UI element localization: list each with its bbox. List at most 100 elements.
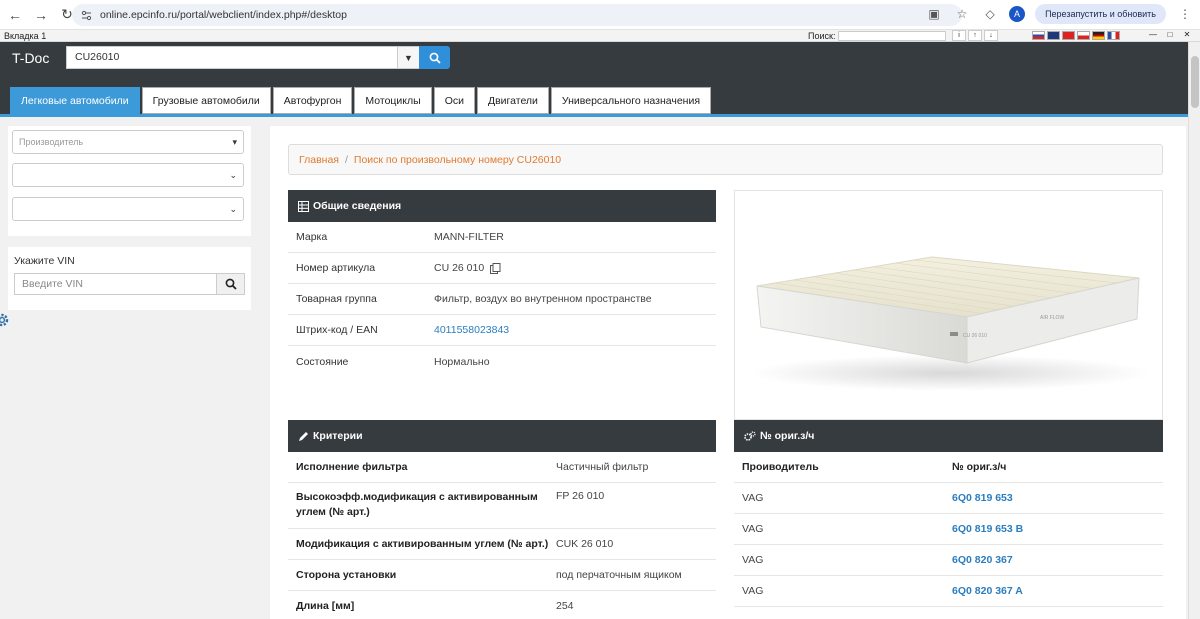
table-row: Исполнение фильтра Частичный фильтр: [288, 452, 716, 483]
row-key: Товарная группа: [296, 293, 377, 305]
cast-icon[interactable]: ▣: [925, 5, 943, 23]
svg-text:AIR FLOW: AIR FLOW: [1040, 315, 1064, 321]
strip-search-input[interactable]: [838, 31, 946, 41]
row-value: Фильтр, воздух во внутренном пространств…: [434, 293, 652, 305]
relaunch-button[interactable]: Перезапустить и обновить: [1035, 4, 1166, 24]
bookmark-star-icon[interactable]: ☆: [953, 5, 971, 23]
table-row: Штрих-код / EAN 4011558023843: [288, 315, 716, 346]
row-value: CUK 26 010: [556, 538, 614, 550]
manufacturer-select[interactable]: Производитель ▾: [12, 130, 244, 154]
strip-down-button[interactable]: ↓: [984, 30, 998, 41]
main-content: Главная / Поиск по произвольному номеру …: [270, 126, 1186, 619]
search-icon: [429, 52, 441, 64]
pencil-icon: [299, 431, 308, 441]
forward-icon[interactable]: →: [28, 2, 54, 28]
vin-input[interactable]: Введите VIN: [14, 273, 216, 295]
header-accent-line: [0, 114, 1188, 117]
menu-icon[interactable]: ⋮: [1176, 5, 1194, 23]
browser-toolbar: ← → ↻ online.epcinfo.ru/portal/webclient…: [0, 0, 1200, 30]
type-select[interactable]: ⌄: [12, 197, 244, 221]
tab-axles[interactable]: Оси: [433, 87, 475, 114]
part-search-input[interactable]: CU26010: [66, 46, 398, 69]
table-row: Марка MANN-FILTER: [288, 222, 716, 253]
tab-universal[interactable]: Универсального назначения: [550, 87, 712, 114]
inner-tabstrip: Вкладка 1 Поиск: i ↑ ↓ — □ ✕: [0, 30, 1200, 42]
flag-gb-icon[interactable]: [1047, 31, 1060, 40]
row-value-group: CU 26 010: [434, 262, 501, 274]
general-info-table: Общие сведения Марка MANN-FILTER Номер а…: [288, 190, 716, 377]
row-key: Сторона установки: [296, 568, 397, 581]
table-row: Состояние Нормально: [288, 346, 716, 377]
oe-number-link[interactable]: 6Q0 819 653: [952, 492, 1013, 504]
flag-fr-icon[interactable]: [1107, 31, 1120, 40]
breadcrumb-home[interactable]: Главная: [299, 154, 339, 166]
address-bar[interactable]: online.epcinfo.ru/portal/webclient/index…: [72, 4, 962, 26]
row-value: Нормально: [434, 355, 490, 368]
chevron-down-icon: ⌄: [229, 204, 237, 214]
tab-passenger-cars[interactable]: Легковые автомобили: [10, 87, 140, 114]
model-select[interactable]: ⌄: [12, 163, 244, 187]
chevron-down-icon[interactable]: ▼: [397, 46, 420, 69]
vehicle-filter-panel: Производитель ▾ ⌄ ⌄: [8, 126, 251, 236]
extensions-icon[interactable]: ◇: [981, 5, 999, 23]
breadcrumb-separator: /: [344, 153, 348, 166]
page-scrollbar[interactable]: [1188, 42, 1200, 619]
oe-numbers-table: № ориг.з/ч Проиводитель № ориг.з/ч VAG 6…: [734, 420, 1163, 607]
tab-engines[interactable]: Двигатели: [476, 87, 549, 114]
svg-text:CU 26 010: CU 26 010: [963, 333, 987, 339]
copy-icon[interactable]: [490, 262, 501, 274]
flag-pl-icon[interactable]: [1077, 31, 1090, 40]
url-text: online.epcinfo.ru/portal/webclient/index…: [100, 9, 347, 21]
minimize-icon[interactable]: —: [1146, 30, 1160, 41]
breadcrumb-current[interactable]: Поиск по произвольному номеру CU26010: [354, 154, 561, 166]
column-header-number: № ориг.з/ч: [952, 461, 1007, 473]
table-header-row: Проиводитель № ориг.з/ч: [734, 452, 1163, 483]
column-header-manufacturer: Проиводитель: [742, 461, 819, 473]
close-icon[interactable]: ✕: [1180, 30, 1194, 41]
gear-icon[interactable]: [0, 312, 10, 328]
maximize-icon[interactable]: □: [1163, 30, 1177, 41]
cabin-filter-image: CU 26 010 AIR FLOW: [750, 256, 1150, 391]
search-button[interactable]: [419, 46, 450, 69]
oe-manufacturer: VAG: [742, 554, 764, 566]
brand-logo[interactable]: T-Doc: [12, 50, 49, 66]
tab-vans[interactable]: Автофургон: [272, 87, 353, 114]
strip-info-button[interactable]: i: [952, 30, 966, 41]
oe-manufacturer: VAG: [742, 492, 764, 504]
flag-ru-icon[interactable]: [1032, 31, 1045, 40]
profile-avatar[interactable]: A: [1009, 6, 1026, 22]
article-number: CU 26 010: [434, 262, 485, 274]
table-row: VAG 6Q0 819 653 B: [734, 514, 1163, 545]
oe-number-link[interactable]: 6Q0 820 367: [952, 554, 1013, 566]
back-icon[interactable]: ←: [2, 2, 28, 28]
row-key: Исполнение фильтра: [296, 460, 408, 473]
table-icon: [298, 200, 309, 212]
table-row: VAG 6Q0 820 367 A: [734, 576, 1163, 607]
vin-search-button[interactable]: [216, 273, 245, 295]
category-tabs: Легковые автомобили Грузовые автомобили …: [10, 87, 712, 114]
row-value: FP 26 010: [556, 490, 605, 502]
criteria-header: Критерии: [288, 420, 716, 452]
oe-numbers-title: № ориг.з/ч: [760, 430, 815, 442]
oe-number-link[interactable]: 6Q0 819 653 B: [952, 523, 1023, 535]
row-value: Частичный фильтр: [556, 461, 649, 473]
breadcrumb: Главная / Поиск по произвольному номеру …: [288, 144, 1163, 175]
tab-label[interactable]: Вкладка 1: [4, 30, 46, 42]
caret-down-icon: ▾: [232, 137, 237, 147]
tab-motorcycles[interactable]: Мотоциклы: [354, 87, 432, 114]
table-row: Товарная группа Фильтр, воздух во внутре…: [288, 284, 716, 315]
general-info-header: Общие сведения: [288, 190, 716, 222]
ean-link[interactable]: 4011558023843: [434, 324, 509, 336]
row-value: MANN-FILTER: [434, 231, 504, 243]
general-info-title: Общие сведения: [313, 200, 402, 212]
strip-up-button[interactable]: ↑: [968, 30, 982, 41]
flag-de-icon[interactable]: [1092, 31, 1105, 40]
site-info-icon[interactable]: [80, 9, 92, 21]
row-key: Высокоэфф.модификация с активированным у…: [296, 491, 538, 518]
vin-panel: Укажите VIN Введите VIN: [8, 247, 251, 310]
product-image[interactable]: CU 26 010 AIR FLOW: [734, 190, 1163, 420]
flag-tr-icon[interactable]: [1062, 31, 1075, 40]
table-row: Модификация с активированным углем (№ ар…: [288, 529, 716, 560]
oe-number-link[interactable]: 6Q0 820 367 A: [952, 585, 1023, 597]
tab-trucks[interactable]: Грузовые автомобили: [141, 87, 271, 114]
